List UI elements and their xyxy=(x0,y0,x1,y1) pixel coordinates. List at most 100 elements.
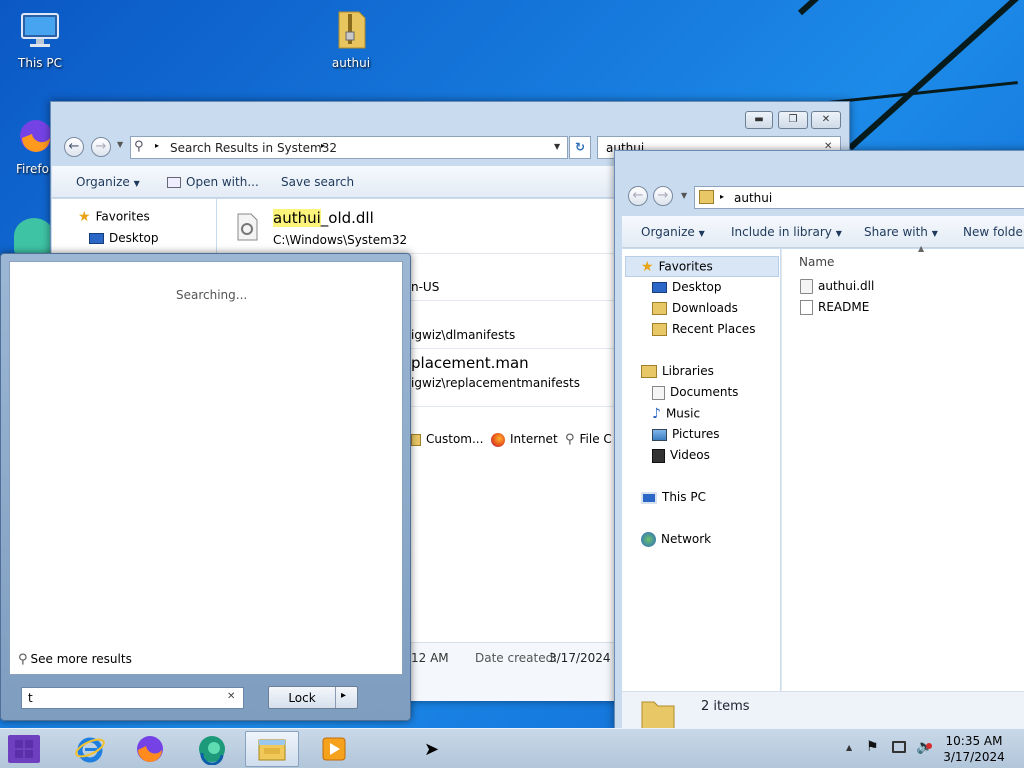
pictures-icon xyxy=(652,428,667,441)
dropdown-arrow-icon: ▼ xyxy=(133,179,140,188)
file-item[interactable]: README xyxy=(800,300,869,315)
nav-downloads[interactable]: Downloads xyxy=(652,301,738,315)
taskbar-file-explorer[interactable] xyxy=(245,731,299,767)
action-center-flag-icon[interactable]: ⚑ xyxy=(866,739,879,755)
nav-documents[interactable]: Documents xyxy=(652,385,738,400)
folder-icon xyxy=(411,433,421,446)
organize-button[interactable]: Organize ▼ xyxy=(641,225,705,239)
searching-status: Searching... xyxy=(176,288,248,302)
minimize-button[interactable]: ▬ xyxy=(745,111,773,129)
nav-label: Downloads xyxy=(672,301,738,315)
save-search-label: Save search xyxy=(281,175,355,189)
see-more-results-link[interactable]: ⚲ See more results xyxy=(18,652,132,667)
recent-locations-chevron-icon[interactable]: ▼ xyxy=(117,140,123,149)
search-again-internet[interactable]: Internet xyxy=(491,432,558,447)
nav-label: Libraries xyxy=(662,364,714,378)
nav-videos[interactable]: Videos xyxy=(652,448,710,463)
network-status-icon[interactable] xyxy=(892,741,906,753)
nav-label: Favorites xyxy=(95,209,150,224)
share-with-label: Share with xyxy=(864,225,928,239)
edge-desktop-icon[interactable] xyxy=(14,218,54,254)
save-search-button[interactable]: Save search xyxy=(281,175,354,189)
nav-label: Desktop xyxy=(109,231,159,245)
clock[interactable]: 10:35 AM 3/17/2024 xyxy=(936,733,1012,765)
explorer-window: ← → ▼ ▸ authui Organize ▼ Include in lib… xyxy=(614,150,1024,732)
nav-network[interactable]: Network xyxy=(641,532,711,547)
nav-libraries[interactable]: Libraries xyxy=(641,364,714,378)
nav-recent-places[interactable]: Recent Places xyxy=(652,322,755,336)
forward-button[interactable]: → xyxy=(91,137,111,157)
nav-desktop[interactable]: Desktop xyxy=(652,280,722,294)
nav-label: Network xyxy=(661,532,712,546)
nav-desktop[interactable]: Desktop xyxy=(89,231,159,245)
mute-badge-icon xyxy=(926,743,932,749)
organize-label: Organize xyxy=(641,225,695,239)
search-again-label: Internet xyxy=(510,432,558,446)
nav-music[interactable]: ♪ Music xyxy=(652,406,700,422)
lock-button[interactable]: Lock ▸ xyxy=(268,686,358,709)
nav-pictures[interactable]: Pictures xyxy=(652,427,720,441)
search-again-file-contents[interactable]: ⚲ File C xyxy=(565,432,612,447)
firefox-icon xyxy=(20,120,52,152)
back-arrow-icon: ← xyxy=(68,139,80,154)
start-menu: Searching... ⚲ See more results t ✕ Lock … xyxy=(0,253,411,721)
internet-explorer-icon xyxy=(75,737,105,763)
recent-locations-chevron-icon[interactable]: ▼ xyxy=(681,191,687,200)
include-in-library-button[interactable]: Include in library ▼ xyxy=(731,225,842,239)
back-button[interactable]: ← xyxy=(628,186,648,206)
status-bar: 2 items xyxy=(622,691,1024,732)
wallpaper-stripe xyxy=(847,0,1024,151)
taskbar-edge[interactable] xyxy=(185,731,239,767)
file-item[interactable]: authui.dll xyxy=(800,279,874,294)
nav-favorites[interactable]: ★ Favorites xyxy=(78,209,150,225)
result-item[interactable]: authui_old.dll C:\Windows\System32 xyxy=(233,203,633,253)
share-with-button[interactable]: Share with ▼ xyxy=(864,225,938,239)
open-with-button[interactable]: Open with... xyxy=(167,175,259,189)
search-again-label: Custom... xyxy=(426,432,484,446)
address-dropdown-icon[interactable]: ▼ xyxy=(554,142,560,151)
documents-icon xyxy=(652,385,665,400)
star-icon: ★ xyxy=(641,259,654,275)
result-path: C:\Windows\System32 xyxy=(273,233,408,247)
maximize-button[interactable]: ❐ xyxy=(778,111,808,129)
clock-time: 10:35 AM xyxy=(945,734,1003,748)
clear-search-icon[interactable]: ✕ xyxy=(227,691,235,702)
nav-this-pc[interactable]: This PC xyxy=(641,490,706,504)
back-button[interactable]: ← xyxy=(64,137,84,157)
star-icon: ★ xyxy=(78,209,91,225)
desktop-icon-firefox[interactable]: Firefo xyxy=(0,118,52,176)
power-options-arrow-icon[interactable]: ▸ xyxy=(341,690,346,701)
taskbar-internet-explorer[interactable] xyxy=(63,731,117,767)
result-path: igwiz\dlmanifests xyxy=(411,328,516,342)
new-folder-button[interactable]: New folder xyxy=(963,225,1024,239)
music-icon: ♪ xyxy=(652,406,661,422)
nav-label: Favorites xyxy=(658,259,713,274)
address-bar[interactable]: ⚲ ▸ Search Results in System32 ▸ ▼ xyxy=(130,136,568,159)
close-button[interactable]: ✕ xyxy=(811,111,841,129)
taskbar-firefox[interactable] xyxy=(123,731,177,767)
start-button[interactable] xyxy=(8,735,40,763)
zip-folder-icon xyxy=(338,11,366,49)
clock-date: 3/17/2024 xyxy=(943,750,1005,764)
search-again-custom[interactable]: Custom... xyxy=(411,432,483,446)
show-hidden-icons-icon[interactable]: ▲ xyxy=(846,743,852,752)
forward-button[interactable]: → xyxy=(653,186,673,206)
desktop-icon-this-pc[interactable]: This PC xyxy=(0,8,80,70)
start-search-value: t xyxy=(28,691,33,705)
start-search-input[interactable]: t ✕ xyxy=(21,687,244,709)
nav-favorites[interactable]: ★ Favorites xyxy=(641,259,713,275)
result-name-rest: _old.dll xyxy=(320,209,374,227)
file-explorer-icon xyxy=(258,739,286,761)
videos-icon xyxy=(652,448,665,463)
address-bar[interactable]: ▸ authui xyxy=(694,186,1024,209)
dll-file-icon xyxy=(237,213,258,241)
taskbar-media-player[interactable] xyxy=(307,731,361,767)
refresh-button[interactable]: ↻ xyxy=(569,136,591,159)
address-text: Search Results in System32 xyxy=(170,141,337,155)
taskbar: ➤ ▲ ⚑ 🔈 10:35 AM 3/17/2024 xyxy=(0,728,1024,768)
column-header-name[interactable]: Name xyxy=(799,255,834,269)
desktop-icon-authui[interactable]: authui xyxy=(311,8,391,70)
firefox-icon xyxy=(491,432,505,447)
organize-button[interactable]: Organize ▼ xyxy=(76,175,140,189)
result-name: authui_old.dll xyxy=(273,209,374,227)
